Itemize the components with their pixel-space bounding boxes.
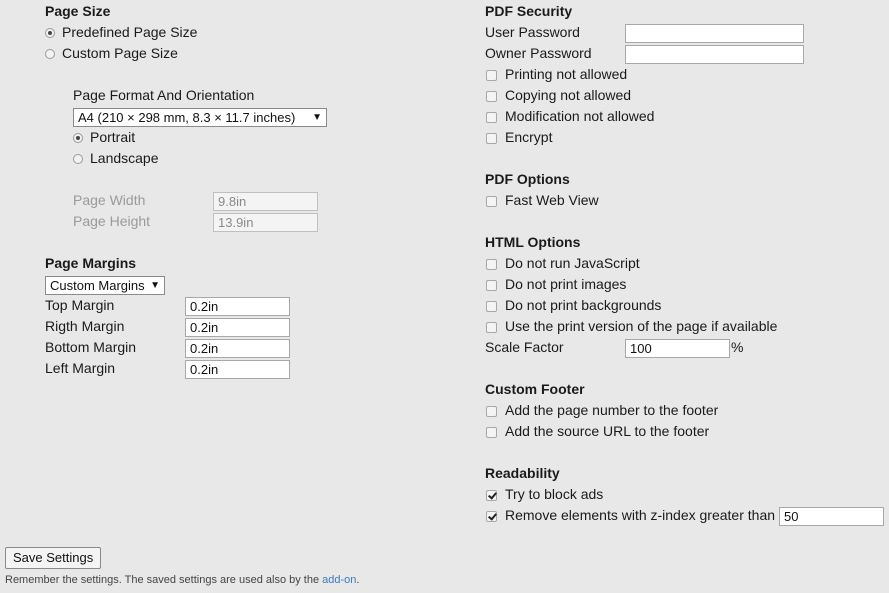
readability-heading: Readability: [485, 465, 560, 481]
portrait-radio[interactable]: [73, 133, 83, 143]
page-width-label: Page Width: [73, 192, 146, 208]
scale-unit: %: [731, 339, 744, 355]
custom-footer-heading: Custom Footer: [485, 381, 585, 397]
pdf-options-heading: PDF Options: [485, 171, 570, 187]
scale-factor-input[interactable]: 100: [625, 339, 730, 358]
settings-note: Remember the settings. The saved setting…: [5, 573, 359, 587]
printing-not-allowed-checkbox[interactable]: [486, 70, 497, 81]
modification-not-allowed-checkbox[interactable]: [486, 112, 497, 123]
html-options-heading: HTML Options: [485, 234, 581, 250]
predefined-size-radio[interactable]: [45, 28, 55, 38]
source-url-footer-checkbox[interactable]: [486, 427, 497, 438]
zindex-checkbox[interactable]: [486, 511, 497, 522]
right-margin-label: Rigth Margin: [45, 318, 125, 334]
user-password-input[interactable]: [625, 24, 804, 43]
print-version-checkbox[interactable]: [486, 322, 497, 333]
owner-password-input[interactable]: [625, 45, 804, 64]
landscape-label[interactable]: Landscape: [90, 148, 159, 169]
copying-not-allowed-label[interactable]: Copying not allowed: [505, 85, 631, 106]
zindex-label[interactable]: Remove elements with z-index greater tha…: [505, 505, 775, 526]
top-margin-input[interactable]: 0.2in: [185, 297, 290, 316]
fast-web-view-label[interactable]: Fast Web View: [505, 190, 599, 211]
page-margins-heading: Page Margins: [45, 255, 137, 271]
page-number-footer-label[interactable]: Add the page number to the footer: [505, 400, 718, 421]
settings-note-text: Remember the settings. The saved setting…: [5, 574, 323, 586]
owner-password-label: Owner Password: [485, 45, 592, 61]
chevron-down-icon: ▼: [150, 280, 160, 291]
page-format-value: A4 (210 × 298 mm, 8.3 × 11.7 inches): [78, 110, 296, 125]
addon-link[interactable]: add-on: [322, 574, 356, 586]
page-height-label: Page Height: [73, 213, 151, 229]
left-margin-input[interactable]: 0.2in: [185, 360, 290, 379]
page-size-heading: Page Size: [45, 3, 111, 19]
page-format-select[interactable]: A4 (210 × 298 mm, 8.3 × 11.7 inches) ▼: [73, 108, 327, 127]
user-password-label: User Password: [485, 24, 580, 40]
portrait-label[interactable]: Portrait: [90, 127, 135, 148]
encrypt-checkbox[interactable]: [486, 133, 497, 144]
page-height-input[interactable]: 13.9in: [213, 213, 318, 232]
block-ads-label[interactable]: Try to block ads: [505, 484, 603, 505]
format-heading: Page Format And Orientation: [73, 87, 255, 103]
printing-not-allowed-label[interactable]: Printing not allowed: [505, 64, 627, 85]
print-version-label[interactable]: Use the print version of the page if ava…: [505, 316, 777, 337]
no-backgrounds-label[interactable]: Do not print backgrounds: [505, 295, 661, 316]
chevron-down-icon: ▼: [312, 112, 322, 123]
no-images-checkbox[interactable]: [486, 280, 497, 291]
no-javascript-label[interactable]: Do not run JavaScript: [505, 253, 640, 274]
left-margin-label: Left Margin: [45, 360, 116, 376]
predefined-size-label[interactable]: Predefined Page Size: [62, 22, 197, 43]
fast-web-view-checkbox[interactable]: [486, 196, 497, 207]
settings-note-end: .: [356, 574, 360, 586]
page-width-input[interactable]: 9.8in: [213, 192, 318, 211]
margins-mode-value: Custom Margins: [50, 278, 145, 293]
top-margin-label: Top Margin: [45, 297, 115, 313]
bottom-margin-input[interactable]: 0.2in: [185, 339, 290, 358]
save-settings-button[interactable]: Save Settings: [5, 547, 102, 569]
custom-size-label[interactable]: Custom Page Size: [62, 43, 178, 64]
no-javascript-checkbox[interactable]: [486, 259, 497, 270]
landscape-radio[interactable]: [73, 154, 83, 164]
copying-not-allowed-checkbox[interactable]: [486, 91, 497, 102]
no-images-label[interactable]: Do not print images: [505, 274, 626, 295]
scale-factor-label: Scale Factor: [485, 339, 564, 355]
bottom-margin-label: Bottom Margin: [45, 339, 137, 355]
custom-size-radio[interactable]: [45, 49, 55, 59]
source-url-footer-label[interactable]: Add the source URL to the footer: [505, 421, 709, 442]
margins-mode-select[interactable]: Custom Margins ▼: [45, 276, 165, 295]
page-number-footer-checkbox[interactable]: [486, 406, 497, 417]
pdf-security-heading: PDF Security: [485, 3, 573, 19]
right-margin-input[interactable]: 0.2in: [185, 318, 290, 337]
modification-not-allowed-label[interactable]: Modification not allowed: [505, 106, 654, 127]
block-ads-checkbox[interactable]: [486, 490, 497, 501]
encrypt-label[interactable]: Encrypt: [505, 127, 552, 148]
zindex-input[interactable]: 50: [779, 507, 884, 526]
no-backgrounds-checkbox[interactable]: [486, 301, 497, 312]
